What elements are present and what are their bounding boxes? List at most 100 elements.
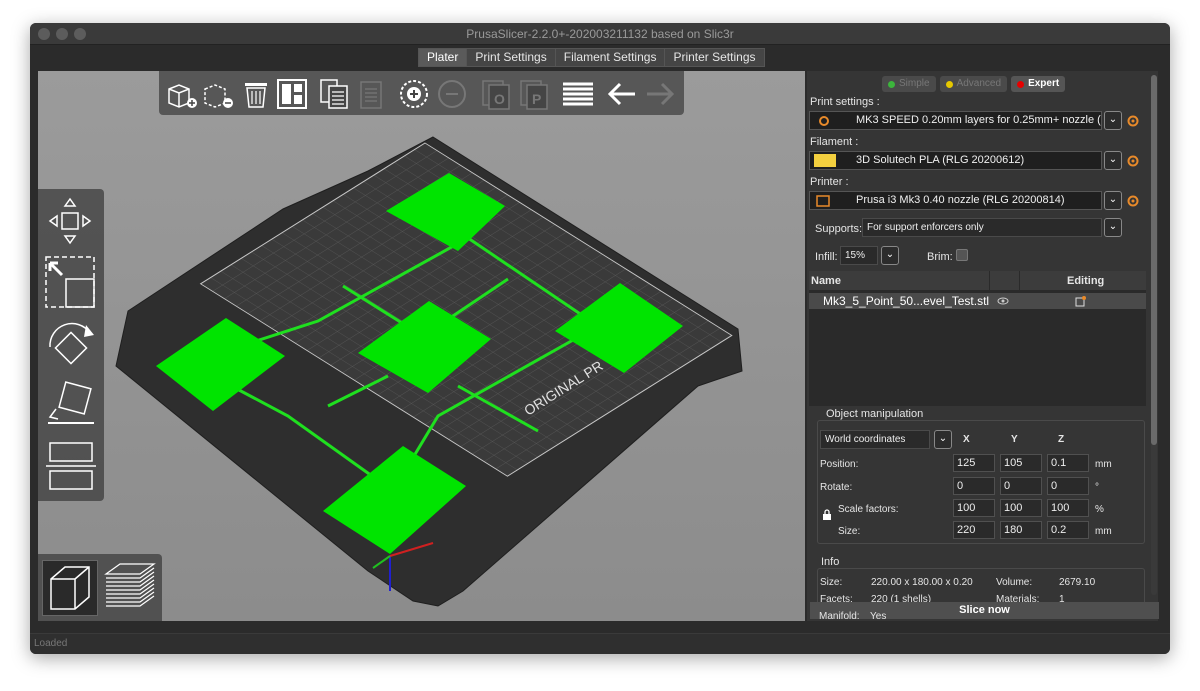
scale-label: Scale factors: (838, 504, 899, 515)
brim-label: Brim: (927, 251, 953, 263)
3d-view-button[interactable] (42, 560, 98, 616)
mode-switcher: Simple Advanced Expert (882, 76, 1069, 92)
3d-viewport[interactable]: ORIGINAL PR O P (38, 71, 805, 621)
split-objects-icon: O (482, 80, 510, 110)
infill-label: Infill: (815, 251, 838, 263)
scale-icon[interactable] (44, 255, 98, 311)
print-settings-combo[interactable]: MK3 SPEED 0.20mm layers for 0.25mm+ nozz… (809, 111, 1102, 130)
arrange-icon[interactable] (275, 77, 309, 111)
print-settings-dropdown[interactable]: ⌄ (1104, 111, 1122, 130)
edit-settings-icon[interactable] (1075, 295, 1087, 307)
rotate-unit: ° (1095, 482, 1099, 493)
infill-dropdown[interactable]: ⌄ (881, 246, 899, 265)
rotate-y-field[interactable]: 0 (1000, 477, 1042, 495)
mode-advanced-button[interactable]: Advanced (939, 76, 1008, 92)
status-bar: Loaded (30, 633, 1170, 654)
svg-text:P: P (532, 91, 541, 107)
rotate-label: Rotate: (820, 482, 853, 493)
supports-combo[interactable]: For support enforcers only (862, 218, 1102, 237)
eye-icon[interactable] (997, 296, 1009, 306)
printer-value: Prusa i3 Mk3 0.40 nozzle (RLG 20200814) (856, 194, 1065, 206)
supports-label: Supports: (815, 223, 863, 235)
view-toolbar (38, 554, 162, 621)
filament-dropdown[interactable]: ⌄ (1104, 151, 1122, 170)
sidebar-panel: Simple Advanced Expert Print settings : … (807, 71, 1159, 622)
info-volume-value: 2679.10 (1059, 577, 1096, 588)
print-settings-value: MK3 SPEED 0.20mm layers for 0.25mm+ nozz… (856, 114, 1102, 126)
coordinates-dropdown[interactable]: ⌄ (934, 430, 952, 449)
printer-dropdown[interactable]: ⌄ (1104, 191, 1122, 210)
size-z-field[interactable]: 0.2 (1047, 521, 1089, 539)
x-header: X (963, 434, 970, 445)
scale-unit: % (1095, 504, 1104, 515)
z-header: Z (1058, 434, 1065, 445)
scrollbar-thumb[interactable] (1151, 75, 1157, 445)
size-label: Size: (838, 526, 861, 537)
add-instance-icon[interactable] (397, 77, 431, 111)
tab-filament-settings[interactable]: Filament Settings (554, 48, 666, 67)
mode-expert-label: Expert (1028, 78, 1060, 89)
printer-label: Printer : (810, 176, 849, 188)
delete-object-icon[interactable] (201, 77, 235, 111)
tab-print-settings[interactable]: Print Settings (466, 48, 556, 67)
coordinates-combo[interactable]: World coordinates (820, 430, 930, 449)
list-item[interactable]: Mk3_5_Point_50...evel_Test.stl (809, 293, 1146, 309)
infill-combo[interactable]: 15% (840, 246, 878, 265)
simple-dot-icon (888, 80, 895, 88)
filament-combo[interactable]: 3D Solutech PLA (RLG 20200612) (809, 151, 1102, 170)
size-x-field[interactable]: 220 (953, 521, 995, 539)
rotate-icon[interactable] (44, 317, 98, 373)
main-tabs: Plater Print Settings Filament Settings … (418, 48, 765, 68)
gizmo-toolbar (38, 189, 104, 501)
lock-icon[interactable] (822, 509, 832, 521)
plater-toolbar: O P (159, 71, 684, 115)
position-x-field[interactable]: 125 (953, 454, 995, 472)
mode-expert-button[interactable]: Expert (1011, 76, 1066, 92)
print-settings-edit-icon[interactable] (1126, 114, 1140, 128)
tab-plater[interactable]: Plater (418, 48, 468, 67)
info-title: Info (821, 556, 840, 568)
filament-edit-icon[interactable] (1126, 154, 1140, 168)
print-settings-label: Print settings : (810, 96, 880, 108)
info-size-value: 220.00 x 180.00 x 0.20 (871, 577, 973, 588)
cut-icon[interactable] (44, 439, 98, 495)
preview-button[interactable] (102, 560, 158, 616)
delete-all-icon[interactable] (239, 77, 273, 111)
col-name-header[interactable]: Name (811, 275, 841, 287)
rotate-z-field[interactable]: 0 (1047, 477, 1089, 495)
col-editing-header[interactable]: Editing (1067, 275, 1104, 287)
print-bed-scene[interactable]: ORIGINAL PR (38, 71, 805, 621)
object-name: Mk3_5_Point_50...evel_Test.stl (823, 294, 990, 308)
sidebar-scrollbar[interactable] (1151, 75, 1157, 595)
info-manifold-label: Manifold: (819, 611, 860, 622)
move-icon[interactable] (44, 193, 98, 249)
place-on-face-icon[interactable] (44, 379, 98, 435)
size-y-field[interactable]: 180 (1000, 521, 1042, 539)
add-object-icon[interactable] (165, 77, 199, 111)
app-window: PrusaSlicer-2.2.0+-202003211132 based on… (30, 23, 1170, 654)
brim-checkbox[interactable] (956, 249, 968, 261)
scale-y-field[interactable]: 100 (1000, 499, 1042, 517)
scale-z-field[interactable]: 100 (1047, 499, 1089, 517)
undo-arrow-icon[interactable] (605, 77, 639, 111)
col-divider (989, 271, 990, 291)
printer-icon (816, 195, 830, 207)
printer-edit-icon[interactable] (1126, 194, 1140, 208)
info-manifold-value: Yes (870, 611, 887, 622)
printer-combo[interactable]: Prusa i3 Mk3 0.40 nozzle (RLG 20200814) (809, 191, 1102, 210)
slice-now-button[interactable]: Slice now (810, 602, 1159, 619)
window-title: PrusaSlicer-2.2.0+-202003211132 based on… (466, 27, 734, 41)
scale-x-field[interactable]: 100 (953, 499, 995, 517)
mode-simple-button[interactable]: Simple (882, 76, 936, 92)
position-z-field[interactable]: 0.1 (1047, 454, 1089, 472)
filament-label: Filament : (810, 136, 859, 148)
rotate-x-field[interactable]: 0 (953, 477, 995, 495)
copy-icon[interactable] (317, 77, 351, 111)
layers-preview-icon (104, 563, 156, 607)
info-size-label: Size: (820, 577, 843, 588)
supports-dropdown[interactable]: ⌄ (1104, 218, 1122, 237)
position-y-field[interactable]: 105 (1000, 454, 1042, 472)
layers-editing-icon[interactable] (561, 77, 595, 111)
print-gear-icon (819, 116, 829, 126)
tab-printer-settings[interactable]: Printer Settings (664, 48, 765, 67)
